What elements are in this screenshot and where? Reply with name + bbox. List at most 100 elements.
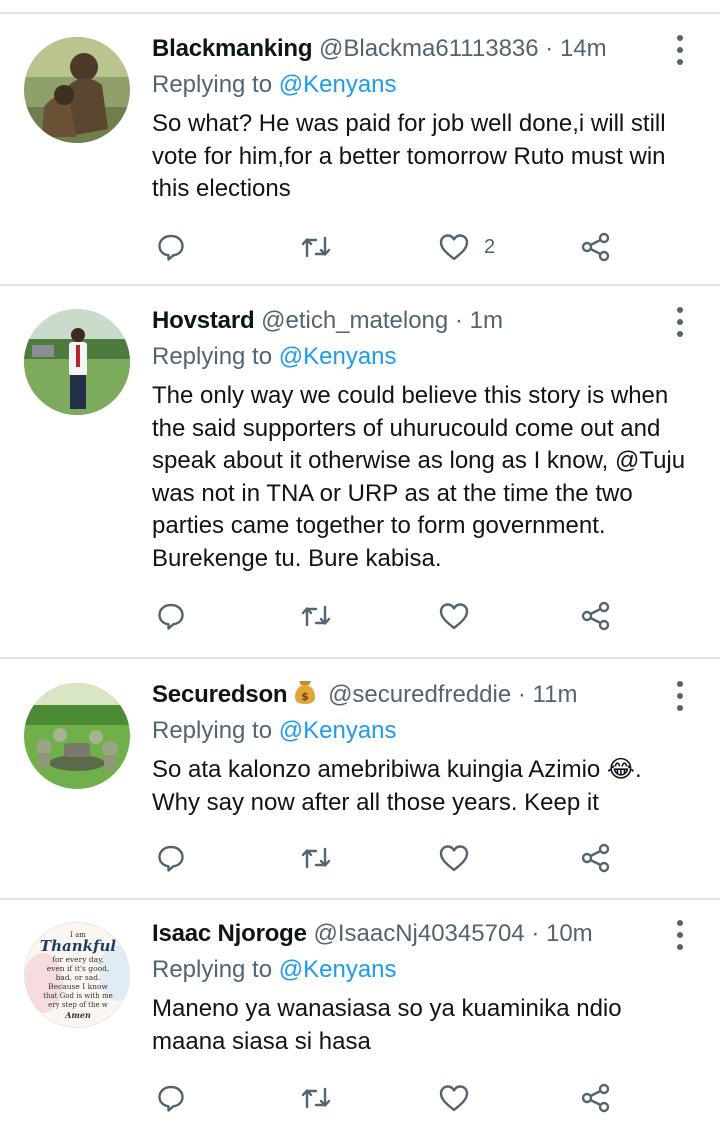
separator-dot: · (531, 920, 540, 947)
avatar-man-image (24, 309, 130, 415)
reply-icon (158, 234, 184, 261)
share-icon (581, 1083, 610, 1113)
like-count: 2 (484, 235, 496, 258)
heart-icon (439, 845, 469, 872)
reply-icon (158, 603, 184, 630)
svg-text:$: $ (302, 690, 310, 703)
replying-prefix: Replying to (152, 717, 273, 744)
reply-mention-link[interactable]: @Kenyans (279, 717, 397, 744)
reply-mention-link[interactable]: @Kenyans (279, 343, 397, 370)
like-button[interactable] (438, 838, 484, 878)
tweet-1[interactable]: Blackmanking @Blackma61113836 · 14m Repl… (0, 31, 720, 286)
share-button[interactable] (580, 596, 612, 636)
tweet-header: Blackmanking @Blackma61113836 · 14m (152, 31, 660, 67)
divider (0, 12, 720, 14)
replying-prefix: Replying to (152, 343, 273, 370)
divider (0, 657, 720, 659)
avatar-text-line: that God is with me (43, 992, 113, 1000)
avatar-frogs-image (24, 683, 130, 789)
heart-icon (439, 1085, 469, 1112)
tweet-header: Isaac Njoroge @IsaacNj40345704 · 10m (152, 916, 660, 952)
heart-icon (439, 603, 469, 630)
like-button[interactable] (438, 1078, 484, 1118)
display-name[interactable]: Securedson (152, 681, 288, 708)
tweet-text: So what? He was paid for job well done,i… (152, 110, 666, 202)
more-options-icon[interactable] (674, 35, 686, 65)
more-options-icon[interactable] (674, 681, 686, 711)
separator-dot: · (454, 307, 463, 334)
replying-to: Replying to @Kenyans (152, 68, 397, 102)
reply-mention-link[interactable]: @Kenyans (279, 71, 397, 98)
avatar[interactable] (24, 37, 130, 143)
separator-dot: · (545, 35, 554, 62)
share-icon (581, 843, 610, 873)
avatar-text-line: Thankful (40, 937, 116, 955)
like-button[interactable]: 2 (438, 227, 495, 267)
tweet-4[interactable]: I am Thankful for every day, even if it'… (0, 916, 720, 1124)
timestamp[interactable]: 11m (533, 681, 578, 708)
avatar-text-line: Amen (64, 1010, 91, 1020)
timestamp[interactable]: 14m (560, 35, 607, 62)
display-name[interactable]: Hovstard (152, 307, 255, 334)
divider (0, 284, 720, 286)
share-icon (581, 232, 610, 262)
replying-prefix: Replying to (152, 956, 273, 983)
like-button[interactable] (438, 596, 484, 636)
avatar-statue-image (24, 37, 130, 143)
display-name[interactable]: Isaac Njoroge (152, 920, 307, 947)
tweet-2[interactable]: Hovstard @etich_matelong · 1m Replying t… (0, 303, 720, 655)
share-icon (581, 601, 610, 631)
retweet-button[interactable] (300, 227, 332, 267)
avatar-text-line: Because I know (48, 982, 108, 991)
avatar[interactable] (24, 683, 130, 789)
tweet-actions: 2 (152, 227, 632, 267)
user-handle[interactable]: @IsaacNj40345704 (313, 920, 524, 947)
avatar-quote-image: I am Thankful for every day, even if it'… (25, 923, 129, 1027)
share-button[interactable] (580, 1078, 612, 1118)
tweet-text: The only way we could believe this story… (152, 382, 686, 572)
avatar-text-line: bad, or sad. (56, 973, 101, 982)
avatar[interactable] (24, 309, 130, 415)
tweet-actions (152, 838, 632, 878)
replying-to: Replying to @Kenyans (152, 714, 397, 748)
heart-icon (439, 234, 469, 261)
user-handle[interactable]: @securedfreddie (328, 681, 511, 708)
retweet-icon (301, 236, 331, 258)
retweet-button[interactable] (300, 1078, 332, 1118)
retweet-icon (301, 605, 331, 627)
reply-icon (158, 845, 184, 872)
retweet-icon (301, 1087, 331, 1109)
reply-feed: Blackmanking @Blackma61113836 · 14m Repl… (0, 0, 720, 1124)
avatar-text-line: even if it's good, (47, 964, 110, 973)
reply-button[interactable] (156, 596, 186, 636)
tweet-text: Maneno ya wanasiasa so ya kuaminika ndio… (152, 995, 622, 1055)
divider (0, 898, 720, 900)
separator-dot: · (517, 681, 526, 708)
replying-prefix: Replying to (152, 71, 273, 98)
tweet-3[interactable]: Securedson $ @securedfreddie · 11m Replyi… (0, 677, 720, 897)
money-bag-icon: $ (293, 679, 317, 716)
share-button[interactable] (580, 227, 612, 267)
reply-button[interactable] (156, 838, 186, 878)
retweet-button[interactable] (300, 596, 332, 636)
retweet-icon (301, 847, 331, 869)
share-button[interactable] (580, 838, 612, 878)
avatar[interactable]: I am Thankful for every day, even if it'… (24, 922, 130, 1028)
user-handle[interactable]: @etich_matelong (261, 307, 448, 334)
display-name[interactable]: Blackmanking (152, 35, 313, 62)
tweet-text: So ata kalonzo amebribiwa kuingia Azimio… (152, 756, 642, 816)
user-handle[interactable]: @Blackma61113836 (319, 35, 539, 62)
tweet-header: Securedson $ @securedfreddie · 11m (152, 677, 660, 713)
more-options-icon[interactable] (674, 920, 686, 950)
reply-button[interactable] (156, 1078, 186, 1118)
reply-icon (158, 1085, 184, 1112)
retweet-button[interactable] (300, 838, 332, 878)
tweet-actions (152, 1078, 632, 1118)
more-options-icon[interactable] (674, 307, 686, 337)
avatar-text-line: for every day, (52, 955, 103, 964)
reply-button[interactable] (156, 227, 186, 267)
timestamp[interactable]: 10m (546, 920, 593, 947)
timestamp[interactable]: 1m (470, 307, 503, 334)
tweet-header: Hovstard @etich_matelong · 1m (152, 303, 660, 339)
reply-mention-link[interactable]: @Kenyans (279, 956, 397, 983)
